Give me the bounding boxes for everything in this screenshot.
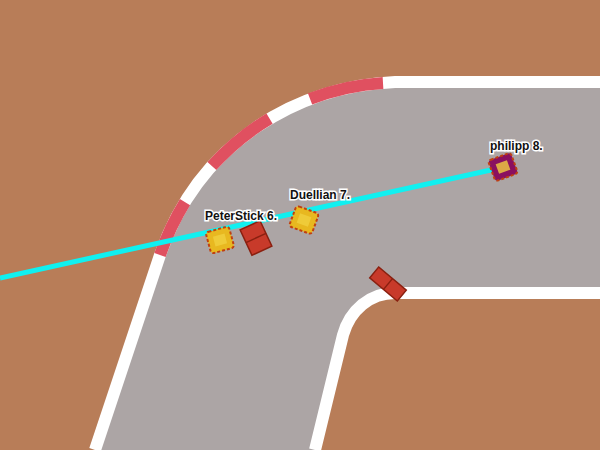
race-canvas: PeterStick 6. Duellian 7. philipp 8. (0, 0, 600, 450)
brick-obstacle (240, 221, 272, 256)
player-car: PeterStick 6. (205, 209, 277, 254)
player-label: Duellian 7. (290, 188, 350, 202)
track-road (95, 82, 600, 450)
car-icon (488, 153, 518, 182)
inner-curb (315, 293, 600, 450)
car-icon (289, 206, 319, 235)
player-label: PeterStick 6. (205, 209, 277, 223)
brick-obstacle (370, 267, 407, 301)
player-car: Duellian 7. (289, 188, 350, 234)
dirt-ground (0, 0, 600, 450)
outer-curb (95, 82, 600, 450)
player-label: philipp 8. (490, 139, 543, 153)
player-car: philipp 8. (488, 139, 543, 181)
aim-laser (0, 168, 500, 278)
car-icon (206, 226, 235, 253)
game-view: PeterStick 6. Duellian 7. philipp 8. (0, 0, 600, 450)
red-curb (160, 83, 383, 255)
